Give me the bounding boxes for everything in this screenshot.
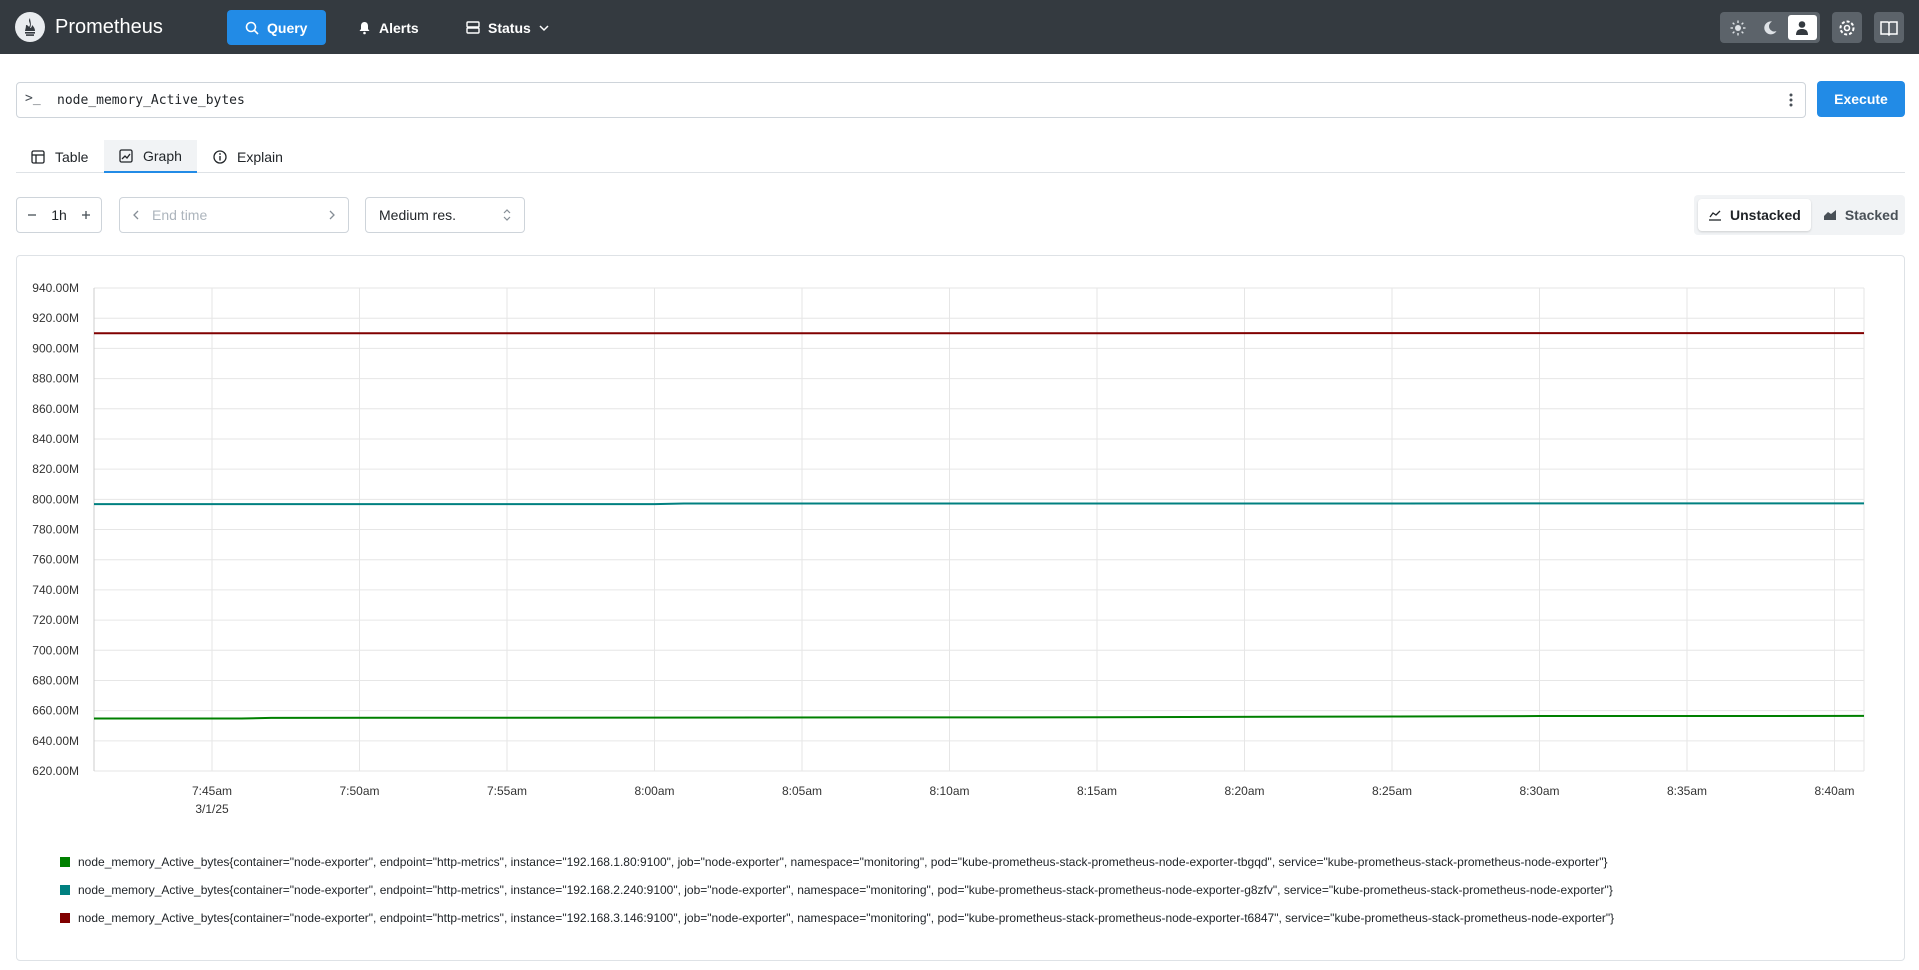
book-icon	[1880, 20, 1898, 36]
tab-table[interactable]: Table	[16, 140, 103, 173]
nav-status-label: Status	[488, 19, 531, 36]
query-input[interactable]: >_ node_memory_Active_bytes	[16, 82, 1806, 118]
settings-button[interactable]	[1832, 12, 1862, 43]
tab-table-label: Table	[55, 148, 89, 165]
legend-item[interactable]: node_memory_Active_bytes{container="node…	[60, 876, 1614, 904]
info-circle-icon	[213, 149, 227, 164]
chevron-down-icon	[539, 24, 549, 31]
area-chart-icon	[1823, 210, 1836, 220]
chart-legend: node_memory_Active_bytes{container="node…	[60, 848, 1614, 932]
view-tabs: Table Graph Explain	[16, 140, 1905, 173]
server-icon	[466, 21, 480, 34]
legend-swatch	[60, 885, 70, 895]
bell-icon	[359, 21, 370, 34]
end-time-picker[interactable]: End time	[119, 197, 349, 233]
nav-query-label: Query	[267, 19, 308, 36]
docs-button[interactable]	[1874, 12, 1904, 43]
gear-icon	[1839, 20, 1855, 35]
stacked-label: Stacked	[1844, 207, 1899, 223]
tab-graph-label: Graph	[143, 147, 182, 164]
app-title: Prometheus	[55, 15, 163, 38]
nav-query-button[interactable]: Query	[227, 10, 326, 45]
legend-item[interactable]: node_memory_Active_bytes{container="node…	[60, 848, 1614, 876]
theme-auto-button[interactable]	[1787, 15, 1817, 40]
unstacked-button[interactable]: Unstacked	[1698, 199, 1811, 231]
theme-light-button[interactable]	[1723, 15, 1752, 40]
legend-label: node_memory_Active_bytes{container="node…	[78, 883, 1613, 897]
chevron-left-icon[interactable]	[132, 210, 140, 220]
nav-alerts-button[interactable]: Alerts	[340, 10, 437, 45]
tab-graph[interactable]: Graph	[104, 140, 197, 173]
legend-swatch	[60, 857, 70, 867]
unstacked-label: Unstacked	[1730, 207, 1801, 223]
theme-dark-button[interactable]	[1755, 15, 1784, 40]
nav-status-dropdown[interactable]: Status	[448, 10, 567, 45]
legend-label: node_memory_Active_bytes{container="node…	[78, 911, 1615, 925]
sun-icon	[1730, 20, 1746, 35]
execute-button[interactable]: Execute	[1817, 81, 1905, 117]
minus-icon[interactable]	[27, 210, 37, 220]
prompt-icon: >_	[25, 91, 41, 106]
range-value[interactable]: 1h	[51, 207, 67, 223]
top-navbar: Prometheus Query Alerts Status	[0, 0, 1919, 54]
legend-item[interactable]: node_memory_Active_bytes{container="node…	[60, 904, 1614, 932]
prometheus-logo-icon	[15, 12, 45, 42]
theme-switcher	[1720, 12, 1820, 43]
table-icon	[31, 149, 45, 164]
tab-explain[interactable]: Explain	[198, 140, 298, 173]
stacked-button[interactable]: Stacked	[1813, 199, 1909, 231]
chart-icon	[119, 148, 133, 163]
moon-icon	[1764, 20, 1777, 34]
tab-explain-label: Explain	[237, 148, 283, 165]
resolution-select[interactable]: Medium res.	[365, 197, 525, 233]
search-icon	[245, 21, 259, 35]
end-time-input[interactable]: End time	[152, 207, 328, 223]
legend-label: node_memory_Active_bytes{container="node…	[78, 855, 1608, 869]
chevron-updown-icon	[503, 209, 511, 221]
more-options-icon[interactable]	[1789, 92, 1793, 108]
query-expression[interactable]: node_memory_Active_bytes	[57, 93, 245, 108]
stacking-toggle: Unstacked Stacked	[1694, 195, 1905, 235]
nav-alerts-label: Alerts	[379, 19, 419, 36]
brand[interactable]: Prometheus	[15, 12, 163, 42]
resolution-value: Medium res.	[379, 207, 457, 223]
range-picker: 1h	[16, 197, 102, 233]
user-icon	[1796, 20, 1809, 35]
chevron-right-icon[interactable]	[328, 210, 336, 220]
plus-icon[interactable]	[81, 210, 91, 220]
legend-swatch	[60, 913, 70, 923]
line-chart-icon	[1709, 210, 1721, 221]
